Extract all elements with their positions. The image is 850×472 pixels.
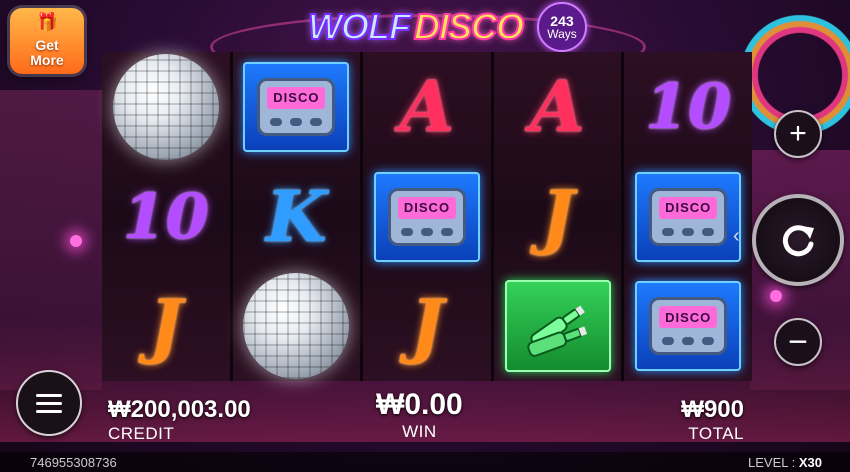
total-label: TOTAL xyxy=(688,424,744,443)
total-value: ₩900 xyxy=(681,396,744,423)
pager-icon: DISCO xyxy=(635,171,742,262)
refresh-icon xyxy=(782,225,814,257)
ways-number: 243 xyxy=(550,12,574,29)
ways-badge: 243 Ways xyxy=(536,2,587,52)
bet-decrease-button[interactable]: − xyxy=(774,318,822,366)
reel-1: 10 J xyxy=(102,52,230,381)
reel-cell: A xyxy=(494,52,622,162)
lamp-icon xyxy=(770,290,782,302)
win-value: ₩0.00 xyxy=(376,388,463,421)
get-more-line1: Get xyxy=(35,37,59,53)
footer-bar xyxy=(0,452,850,472)
get-more-line2: More xyxy=(30,52,64,68)
reel-cell xyxy=(233,271,361,381)
menu-button[interactable] xyxy=(16,370,82,436)
spin-button[interactable] xyxy=(752,194,844,286)
logo-disco-text: DISCO xyxy=(413,5,525,48)
reel-cell: 10 xyxy=(102,162,230,272)
reel-cell: DISCO xyxy=(233,52,361,162)
pager-icon: DISCO xyxy=(243,61,350,152)
level-indicator: LEVEL : X30 xyxy=(748,455,822,470)
total-bet-display: ₩900 TOTAL xyxy=(676,396,744,444)
symbol-j: J xyxy=(149,284,183,368)
symbol-k: K xyxy=(265,174,327,258)
symbol-j: J xyxy=(410,284,444,368)
reel-cell: J xyxy=(363,271,491,381)
reel-cell: J xyxy=(102,271,230,381)
reel-cell: J xyxy=(494,162,622,272)
reel-cell xyxy=(102,52,230,162)
credit-label: CREDIT xyxy=(108,424,175,443)
reel-grid: 10 J DISCO K A DISCO J A J 10 DISCO DISCO xyxy=(102,52,752,381)
disco-ball-icon xyxy=(112,53,219,160)
symbol-j: J xyxy=(541,174,575,258)
pager-icon: DISCO xyxy=(635,281,742,372)
ways-text: Ways xyxy=(547,26,577,41)
chevron-left-icon: ‹ xyxy=(733,225,740,247)
symbol-a: A xyxy=(530,64,585,148)
level-value: X30 xyxy=(798,455,822,470)
game-logo: WOLF DISCO 243 Ways xyxy=(307,2,587,52)
level-label: LEVEL : xyxy=(748,455,796,470)
symbol-10: 10 xyxy=(122,179,209,253)
hamburger-menu-icon xyxy=(36,389,62,418)
plus-icon: + xyxy=(789,117,807,150)
reel-4: AJ xyxy=(493,52,622,381)
reel-5: 10 DISCO DISCO xyxy=(624,52,752,381)
reel-cell: 10 xyxy=(624,52,752,162)
minus-icon: − xyxy=(788,323,808,361)
reel-cell: DISCO xyxy=(624,162,752,272)
get-more-button[interactable]: 🎁 Get More xyxy=(10,8,84,74)
reel-cell xyxy=(494,271,622,381)
reel-cell: A xyxy=(363,52,491,162)
reel-cell: K xyxy=(233,162,361,272)
symbol-10: 10 xyxy=(645,69,732,143)
symbol-a: A xyxy=(399,64,455,148)
session-id: 746955308736 xyxy=(30,455,117,470)
lamp-icon xyxy=(70,235,82,247)
reel-cell: DISCO xyxy=(624,271,752,381)
pager-icon: DISCO xyxy=(373,171,480,262)
credit-display: ₩200,003.00 CREDIT xyxy=(108,396,251,444)
disco-ball-icon xyxy=(243,273,350,380)
logo-wolf-text: WOLF xyxy=(307,5,412,48)
reel-2: DISCO K xyxy=(232,52,361,381)
win-label: WIN xyxy=(402,422,437,441)
reel-cell: DISCO xyxy=(363,162,491,272)
reel-3: A DISCO J xyxy=(363,52,491,381)
gift-icon: 🎁 xyxy=(35,12,59,32)
bet-increase-button[interactable]: + xyxy=(774,110,822,158)
win-display: ₩0.00 WIN xyxy=(376,388,463,442)
bottles-icon xyxy=(504,280,611,373)
credit-value: ₩200,003.00 xyxy=(108,396,251,423)
